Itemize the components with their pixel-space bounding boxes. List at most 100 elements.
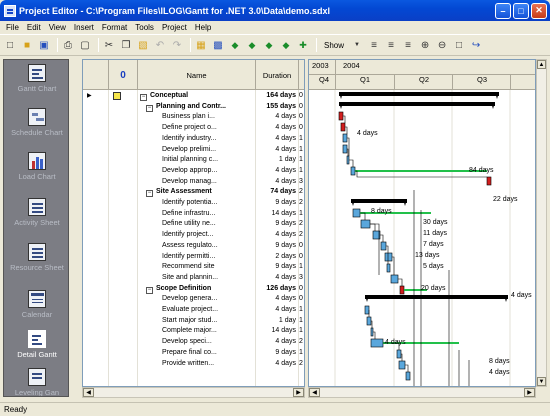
task-name-cell[interactable]: − Conceptual [138,91,256,102]
duration-cell[interactable]: 4 days [256,273,298,284]
task-name-cell[interactable]: Start major stud... [138,316,256,327]
duration-cell[interactable]: 126 days [256,284,298,295]
task-name-cell[interactable]: Develop genera... [138,294,256,305]
task-name-cell[interactable]: Define project o... [138,123,256,134]
extra-column-header[interactable] [299,60,304,90]
collapse-icon[interactable]: − [140,94,147,101]
gantt-horizontal-scrollbar[interactable]: ◀ ▶ [308,387,536,398]
extra-cell[interactable]: 0 [299,241,304,252]
menu-file[interactable]: File [2,23,23,32]
task-name-cell[interactable]: − Planning and Contr... [138,102,256,113]
scroll-left-icon[interactable]: ◀ [309,388,320,397]
table-row[interactable]: ▶ − Conceptual 164 days 0 [83,91,304,102]
duration-cell[interactable]: 9 days [256,219,298,230]
duration-cell[interactable]: 9 days [256,348,298,359]
duration-cell[interactable]: 4 days [256,230,298,241]
scroll-down-icon[interactable]: ▼ [537,377,546,386]
outlook-scrollbar[interactable] [70,59,82,397]
duration-cell[interactable]: 4 days [256,294,298,305]
show-button[interactable]: Show [320,41,348,50]
extra-cell[interactable]: 0 [299,91,304,102]
table-row[interactable]: Develop manag... 4 days 3 [83,177,304,188]
outlook-item-resource-sheet[interactable]: Resource Sheet [4,243,68,272]
note-icon[interactable] [113,92,121,100]
redo-icon[interactable]: ↷ [170,38,184,52]
task-name-cell[interactable]: Provide written... [138,359,256,370]
extra-cell[interactable]: 0 [299,112,304,123]
task-name-cell[interactable]: Develop approp... [138,166,256,177]
table-row[interactable]: Define project o... 4 days 0 [83,123,304,134]
print-icon[interactable]: ⎙ [61,38,75,52]
undo-icon[interactable]: ↶ [153,38,167,52]
task-name-cell[interactable]: Identify project... [138,230,256,241]
task-name-cell[interactable]: Assess regulato... [138,241,256,252]
menu-project[interactable]: Project [158,23,191,32]
gantt-body[interactable]: 4 days 84 days 22 days 8 days 30 days 11… [309,90,535,386]
open-icon[interactable]: ■ [20,38,34,52]
print-preview-icon[interactable]: ▢ [78,38,92,52]
task-name-cell[interactable]: − Site Assessment [138,187,256,198]
table-row[interactable]: Identify project... 4 days 2 [83,230,304,241]
table-row[interactable]: − Planning and Contr... 155 days 0 [83,102,304,113]
duration-cell[interactable]: 74 days [256,187,298,198]
table-row[interactable]: − Site Assessment 74 days 2 [83,187,304,198]
info-column-header[interactable]: 0 [109,60,138,90]
collapse-icon[interactable]: − [146,286,153,294]
zoom-in-icon[interactable]: ⊕ [418,38,432,52]
table-row[interactable]: Develop genera... 4 days 0 [83,294,304,305]
extra-cell[interactable]: 2 [299,198,304,209]
task-name-cell[interactable]: Develop prelimi... [138,145,256,156]
extra-cell[interactable]: 2 [299,337,304,348]
copy-icon[interactable]: ❐ [119,38,133,52]
extra-cell[interactable]: 1 [299,209,304,220]
table-row[interactable]: Prepare final co... 9 days 1 [83,348,304,359]
outlook-item-detail-gantt[interactable]: Detail Gantt [4,330,68,359]
table-row[interactable]: − Scope Definition 126 days 0 [83,284,304,295]
name-column-header[interactable]: Name [138,60,256,90]
menu-insert[interactable]: Insert [70,23,98,32]
table-row[interactable]: Develop approp... 4 days 1 [83,166,304,177]
task-name-cell[interactable]: Develop manag... [138,177,256,188]
move-down-icon[interactable]: ◆ [245,38,259,52]
menu-tools[interactable]: Tools [131,23,158,32]
task-name-cell[interactable]: Complete major... [138,326,256,337]
menu-format[interactable]: Format [98,23,131,32]
outlook-item-load-chart[interactable]: Load Chart [4,152,68,181]
table-row[interactable]: Business plan i... 4 days 0 [83,112,304,123]
task-name-cell[interactable]: Prepare final co... [138,348,256,359]
duration-cell[interactable]: 155 days [256,102,298,113]
task-name-cell[interactable]: Define utility ne... [138,219,256,230]
new-icon[interactable]: □ [3,38,17,52]
table-row[interactable]: Define utility ne... 9 days 2 [83,219,304,230]
chevron-down-icon[interactable]: ▼ [350,38,364,52]
table-row[interactable]: Complete major... 14 days 1 [83,326,304,337]
duration-column-header[interactable]: Duration [256,60,299,90]
duration-cell[interactable]: 2 days [256,252,298,263]
task-name-cell[interactable]: − Scope Definition [138,284,256,295]
table-row[interactable]: Evaluate project... 4 days 1 [83,305,304,316]
collapse-icon[interactable]: − [146,190,153,198]
extra-cell[interactable]: 1 [299,348,304,359]
extra-cell[interactable]: 3 [299,177,304,188]
duration-cell[interactable]: 9 days [256,241,298,252]
duration-cell[interactable]: 14 days [256,209,298,220]
paste-icon[interactable]: ▧ [136,38,150,52]
task-name-cell[interactable]: Identify permitti... [138,252,256,263]
task-name-cell[interactable]: Site and plannin... [138,273,256,284]
menu-view[interactable]: View [45,23,70,32]
duration-cell[interactable]: 1 day [256,316,298,327]
move-left-icon[interactable]: ◆ [262,38,276,52]
duration-cell[interactable]: 4 days [256,112,298,123]
align-center-icon[interactable]: ≡ [384,38,398,52]
duration-cell[interactable]: 4 days [256,177,298,188]
goto-icon[interactable]: ↪ [469,38,483,52]
table-row[interactable]: Develop speci... 4 days 2 [83,337,304,348]
task-name-cell[interactable]: Develop speci... [138,337,256,348]
task-name-cell[interactable]: Business plan i... [138,112,256,123]
duration-cell[interactable]: 164 days [256,91,298,102]
move-right-icon[interactable]: ◆ [279,38,293,52]
task-info-icon[interactable]: ▩ [211,38,225,52]
extra-cell[interactable]: 2 [299,219,304,230]
collapse-icon[interactable]: − [146,104,153,112]
outlook-item-activity-sheet[interactable]: Activity Sheet [4,198,68,227]
